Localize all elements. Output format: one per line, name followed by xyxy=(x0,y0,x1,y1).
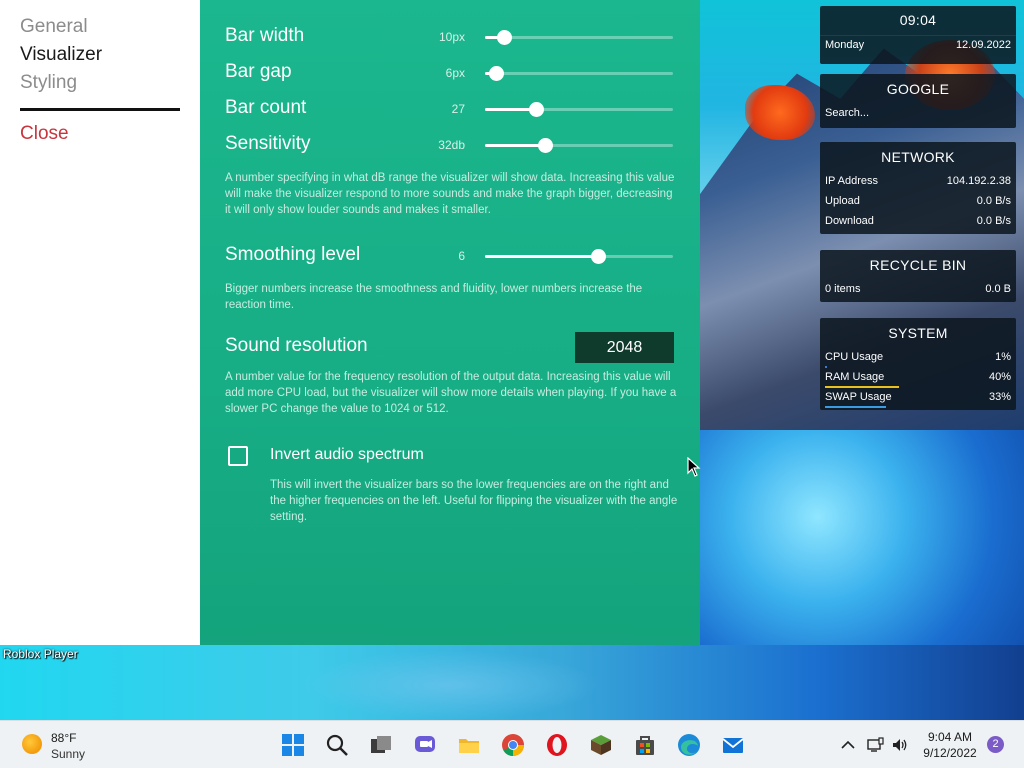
bar-width-slider-thumb[interactable] xyxy=(496,30,512,45)
nav-styling[interactable]: Styling xyxy=(20,72,77,94)
invert-spectrum-label[interactable]: Invert audio spectrum xyxy=(270,446,424,464)
bar-gap-slider[interactable] xyxy=(485,66,673,81)
system-widget: SYSTEM CPU Usage 1% RAM Usage 40% SWAP U… xyxy=(820,318,1016,410)
system-cpu-value: 1% xyxy=(995,351,1011,363)
smoothing-slider[interactable] xyxy=(485,249,673,264)
taskbar-clock-date[interactable]: 9/12/2022 xyxy=(915,746,985,760)
smoothing-slider-fill xyxy=(485,255,598,258)
system-swap-usage-bar xyxy=(825,406,887,408)
sun-icon[interactable] xyxy=(22,734,42,754)
bar-count-label: Bar count xyxy=(225,97,307,118)
widget-clock-date: 12.09.2022 xyxy=(955,39,1011,51)
system-cpu-usage-bar xyxy=(825,366,827,368)
bar-width-slider[interactable] xyxy=(485,30,673,45)
smoothing-slider-thumb[interactable] xyxy=(590,249,606,264)
smoothing-description: Bigger numbers increase the smoothness a… xyxy=(225,283,643,311)
sensitivity-slider[interactable] xyxy=(485,138,673,153)
network-download-label: Download xyxy=(825,215,874,227)
sound-resolution-label: Sound resolution xyxy=(225,335,368,356)
bar-count-slider[interactable] xyxy=(485,102,673,117)
bar-gap-label: Bar gap xyxy=(225,61,292,82)
weather-condition[interactable]: Sunny xyxy=(51,747,85,761)
network-icon[interactable] xyxy=(866,736,884,754)
recycle-bin-title: RECYCLE BIN xyxy=(869,257,967,273)
settings-nav: General Visualizer Styling Close xyxy=(0,0,200,645)
sensitivity-label: Sensitivity xyxy=(225,133,311,154)
bar-gap-value: 6px xyxy=(445,66,465,80)
sensitivity-slider-fill xyxy=(485,144,546,147)
widget-clock-day: Monday xyxy=(825,39,865,51)
sensitivity-value: 32db xyxy=(438,138,465,152)
file-explorer-icon[interactable] xyxy=(457,733,481,757)
taskbar-clock-time[interactable]: 9:04 AM xyxy=(915,730,985,744)
nav-divider xyxy=(20,108,180,111)
invert-spectrum-checkbox[interactable] xyxy=(228,446,248,466)
network-download-value: 0.0 B/s xyxy=(976,215,1011,227)
nav-general[interactable]: General xyxy=(20,16,88,38)
mail-icon[interactable] xyxy=(721,733,745,757)
system-ram-value: 40% xyxy=(988,371,1011,383)
widget-clock-time: 09:04 xyxy=(820,6,1016,36)
sound-resolution-description: A number value for the frequency resolut… xyxy=(225,371,677,415)
bar-count-setting: Bar count 27 xyxy=(225,97,675,121)
network-upload-value: 0.0 B/s xyxy=(976,195,1011,207)
opera-icon[interactable] xyxy=(545,733,569,757)
minecraft-icon[interactable] xyxy=(589,733,613,757)
taskbar: 88°F Sunny 9:04 AM 9/12/2022 2 xyxy=(0,720,1024,768)
google-search-input[interactable]: Search... xyxy=(825,107,1011,119)
recycle-bin-size: 0.0 B xyxy=(985,283,1011,295)
system-cpu-label: CPU Usage xyxy=(825,351,884,363)
sensitivity-description: A number specifying in what dB range the… xyxy=(225,172,675,216)
task-view-icon[interactable] xyxy=(369,733,393,757)
system-ram-label: RAM Usage xyxy=(825,371,885,383)
clock-widget: 09:04 Monday 12.09.2022 xyxy=(820,6,1016,64)
system-swap-value: 33% xyxy=(988,391,1011,403)
edge-icon[interactable] xyxy=(677,733,701,757)
sound-resolution-input[interactable]: 2048 xyxy=(575,332,674,363)
system-swap-label: SWAP Usage xyxy=(825,391,892,403)
notification-badge[interactable]: 2 xyxy=(987,736,1004,753)
weather-temperature[interactable]: 88°F xyxy=(51,731,76,745)
recycle-bin-widget: RECYCLE BIN 0 items 0.0 B xyxy=(820,250,1016,302)
network-upload-label: Upload xyxy=(825,195,860,207)
invert-spectrum-description: This will invert the visualizer bars so … xyxy=(270,479,678,523)
close-button[interactable]: Close xyxy=(20,123,69,145)
google-widget: GOOGLE Search... xyxy=(820,74,1016,128)
store-icon[interactable] xyxy=(633,733,657,757)
smoothing-label: Smoothing level xyxy=(225,244,361,265)
start-icon[interactable] xyxy=(281,733,305,757)
network-widget-title: NETWORK xyxy=(881,149,955,165)
bar-count-slider-thumb[interactable] xyxy=(528,102,544,117)
bar-gap-slider-thumb[interactable] xyxy=(489,66,505,81)
roblox-player-label[interactable]: Roblox Player xyxy=(3,647,78,661)
system-widget-title: SYSTEM xyxy=(888,325,948,341)
nav-visualizer[interactable]: Visualizer xyxy=(20,44,102,66)
bar-gap-setting: Bar gap 6px xyxy=(225,61,675,85)
system-ram-usage-bar xyxy=(825,386,900,388)
smoothing-value: 6 xyxy=(458,249,465,263)
bar-width-value: 10px xyxy=(438,30,465,44)
visualizer-settings-panel: Bar width 10px Bar gap 6px Bar count 27 … xyxy=(200,0,701,645)
chevron-up-icon[interactable] xyxy=(839,736,857,754)
google-widget-title: GOOGLE xyxy=(886,81,950,97)
search-icon[interactable] xyxy=(325,733,349,757)
chat-icon[interactable] xyxy=(413,733,437,757)
bar-count-value: 27 xyxy=(451,102,465,116)
smoothing-setting: Smoothing level 6 xyxy=(225,244,675,268)
wallpaper-lower-shade xyxy=(300,650,600,720)
network-widget: NETWORK IP Address 104.192.2.38 Upload 0… xyxy=(820,142,1016,234)
recycle-bin-items: 0 items xyxy=(825,283,861,295)
bar-width-setting: Bar width 10px xyxy=(225,25,675,49)
volume-icon[interactable] xyxy=(891,736,909,754)
mouse-cursor-icon xyxy=(687,457,701,477)
sensitivity-setting: Sensitivity 32db xyxy=(225,133,675,157)
network-ip-value: 104.192.2.38 xyxy=(946,175,1011,187)
bar-width-label: Bar width xyxy=(225,25,305,46)
chrome-icon[interactable] xyxy=(501,733,525,757)
sensitivity-slider-thumb[interactable] xyxy=(538,138,554,153)
network-ip-label: IP Address xyxy=(825,175,878,187)
